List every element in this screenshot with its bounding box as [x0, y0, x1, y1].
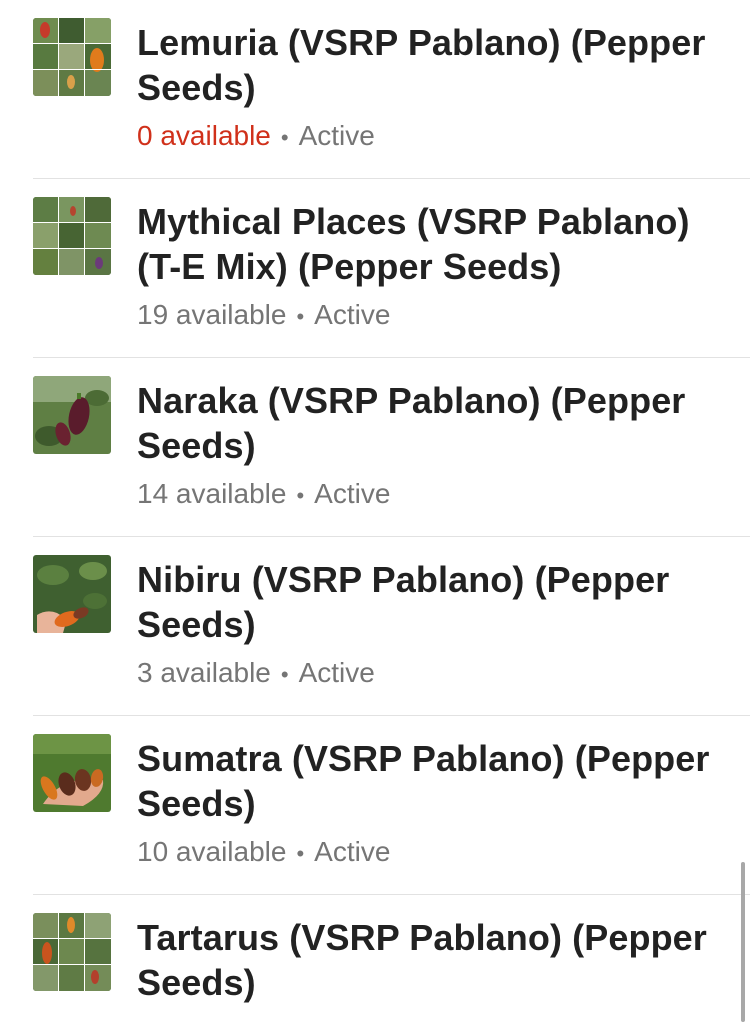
pepper-collage-thumbnail: [33, 913, 111, 991]
dark-pepper-plant-thumbnail: [33, 376, 111, 454]
listing-meta: 19 available • Active: [137, 295, 390, 337]
listing-meta: 14 available • Active: [137, 474, 390, 516]
status-label: Active: [314, 299, 391, 330]
listing-meta: 10 available • Active: [137, 832, 390, 874]
listing-row[interactable]: Mythical Places (VSRP Pablano) (T-E Mix)…: [0, 179, 750, 358]
separator-dot: •: [280, 125, 289, 150]
listing-title: Nibiru (VSRP Pablano) (Pepper Seeds): [137, 559, 670, 645]
pepper-collage-thumbnail: [33, 18, 111, 96]
status-label: Active: [314, 836, 391, 867]
listing-meta: 3 available • Active: [137, 653, 375, 695]
separator-dot: •: [296, 304, 305, 329]
listing-row[interactable]: Tartarus (VSRP Pablano) (Pepper Seeds): [0, 895, 750, 1022]
availability-count: 19 available: [137, 299, 287, 330]
status-label: Active: [298, 120, 375, 151]
listing-row[interactable]: Lemuria (VSRP Pablano) (Pepper Seeds) 0 …: [0, 0, 750, 179]
scrollbar[interactable]: [741, 862, 745, 1022]
listing-title: Tartarus (VSRP Pablano) (Pepper Seeds): [137, 917, 707, 1003]
separator-dot: •: [296, 483, 305, 508]
listing-list: Lemuria (VSRP Pablano) (Pepper Seeds) 0 …: [0, 0, 750, 1022]
listing-row[interactable]: Naraka (VSRP Pablano) (Pepper Seeds) 14 …: [0, 358, 750, 537]
listing-title: Naraka (VSRP Pablano) (Pepper Seeds): [137, 380, 686, 466]
listing-row[interactable]: Nibiru (VSRP Pablano) (Pepper Seeds) 3 a…: [0, 537, 750, 716]
status-label: Active: [314, 478, 391, 509]
status-label: Active: [298, 657, 375, 688]
listing-row[interactable]: Sumatra (VSRP Pablano) (Pepper Seeds) 10…: [0, 716, 750, 895]
separator-dot: •: [296, 841, 305, 866]
listing-meta: 0 available • Active: [137, 116, 375, 158]
listing-title: Mythical Places (VSRP Pablano) (T-E Mix)…: [137, 201, 690, 287]
pepper-in-hand-thumbnail: [33, 555, 111, 633]
availability-count: 3 available: [137, 657, 271, 688]
listing-title: Lemuria (VSRP Pablano) (Pepper Seeds): [137, 22, 706, 108]
listing-title: Sumatra (VSRP Pablano) (Pepper Seeds): [137, 738, 710, 824]
separator-dot: •: [280, 662, 289, 687]
peppers-on-palm-thumbnail: [33, 734, 111, 812]
availability-count: 10 available: [137, 836, 287, 867]
availability-count: 14 available: [137, 478, 287, 509]
pepper-collage-thumbnail: [33, 197, 111, 275]
availability-count: 0 available: [137, 120, 271, 151]
